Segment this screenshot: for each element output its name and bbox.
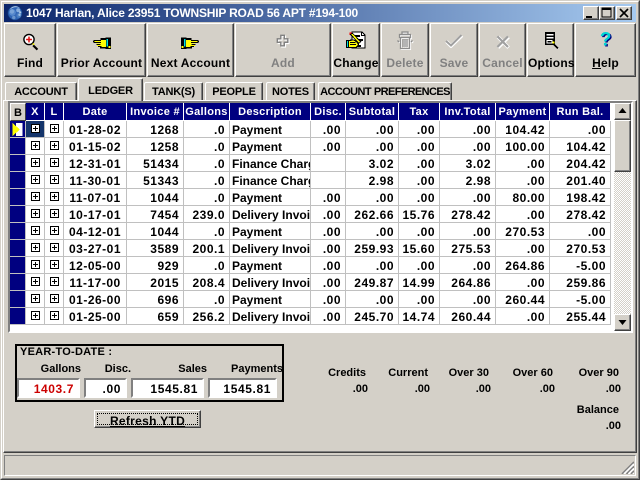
svg-text:?: ? bbox=[599, 30, 611, 50]
